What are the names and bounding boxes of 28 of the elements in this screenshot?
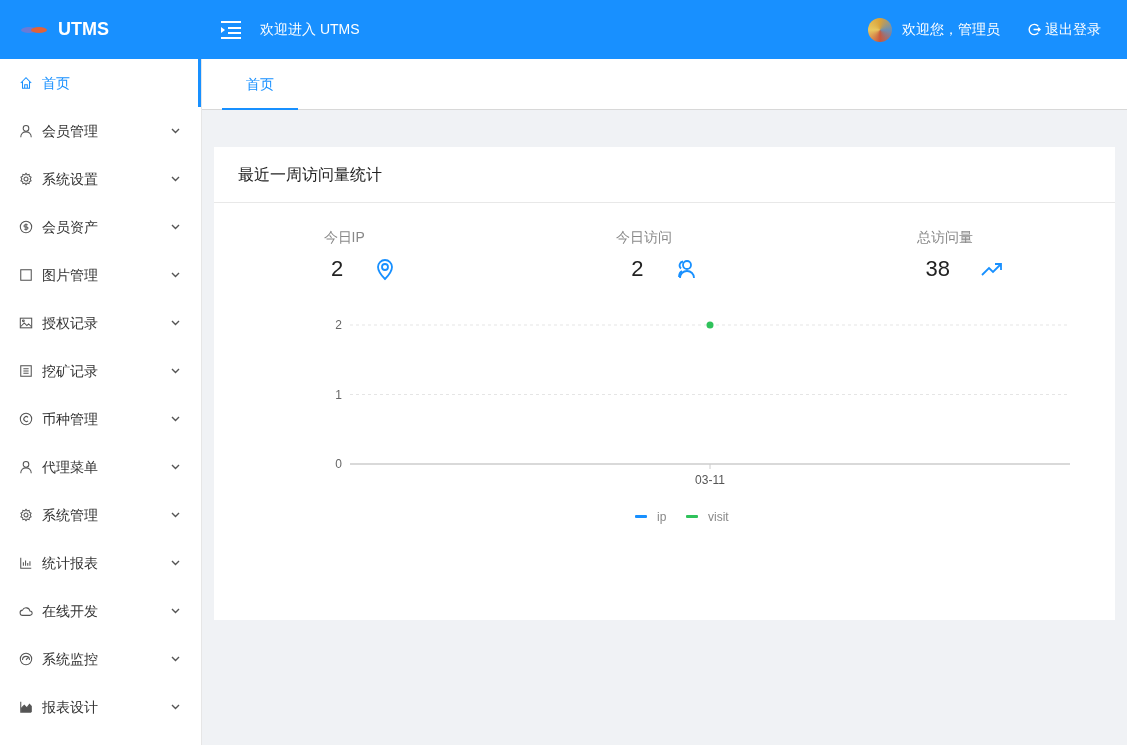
legend-label[interactable]: visit — [708, 510, 729, 524]
stat-label: 今日访问 — [616, 228, 673, 247]
sidebar-item[interactable]: 代理菜单 — [0, 443, 201, 491]
y-tick-label: 2 — [335, 318, 342, 332]
stat-label: 总访问量 — [916, 228, 973, 247]
sidebar-item[interactable]: 统计报表 — [0, 539, 201, 587]
x-tick-label: 03-11 — [695, 473, 725, 487]
sidebar-item[interactable]: 授权记录 — [0, 299, 201, 347]
y-tick-label: 1 — [335, 387, 342, 402]
sidebar-item[interactable]: 系统设置 — [0, 155, 201, 203]
sidebar-item[interactable]: 会员资产 — [0, 203, 201, 251]
sidebar-item[interactable]: 系统监控 — [0, 635, 201, 683]
sidebar-item[interactable]: 币种管理 — [0, 395, 201, 443]
sidebar-item[interactable]: 挖矿记录 — [0, 347, 201, 395]
card-title: 最近一周访问量统计 — [238, 164, 382, 185]
stat-label: 今日IP — [323, 228, 365, 247]
stat-value: 2 — [631, 255, 644, 283]
legend-label[interactable]: ip — [657, 510, 667, 524]
sidebar-item[interactable]: 图片管理 — [0, 251, 201, 299]
sidebar-item[interactable]: 在线开发 — [0, 587, 201, 635]
stat-value: 2 — [331, 255, 344, 283]
sidebar-item[interactable]: 报表设计 — [0, 683, 201, 731]
stat-value: 38 — [925, 255, 951, 283]
welcome-text: 欢迎进入 UTMS — [260, 20, 360, 39]
brand-name: UTMS — [58, 18, 109, 41]
sidebar-item[interactable]: 会员管理 — [0, 107, 201, 155]
y-tick-label: 0 — [335, 457, 342, 471]
sidebar-item[interactable]: 系统管理 — [0, 491, 201, 539]
